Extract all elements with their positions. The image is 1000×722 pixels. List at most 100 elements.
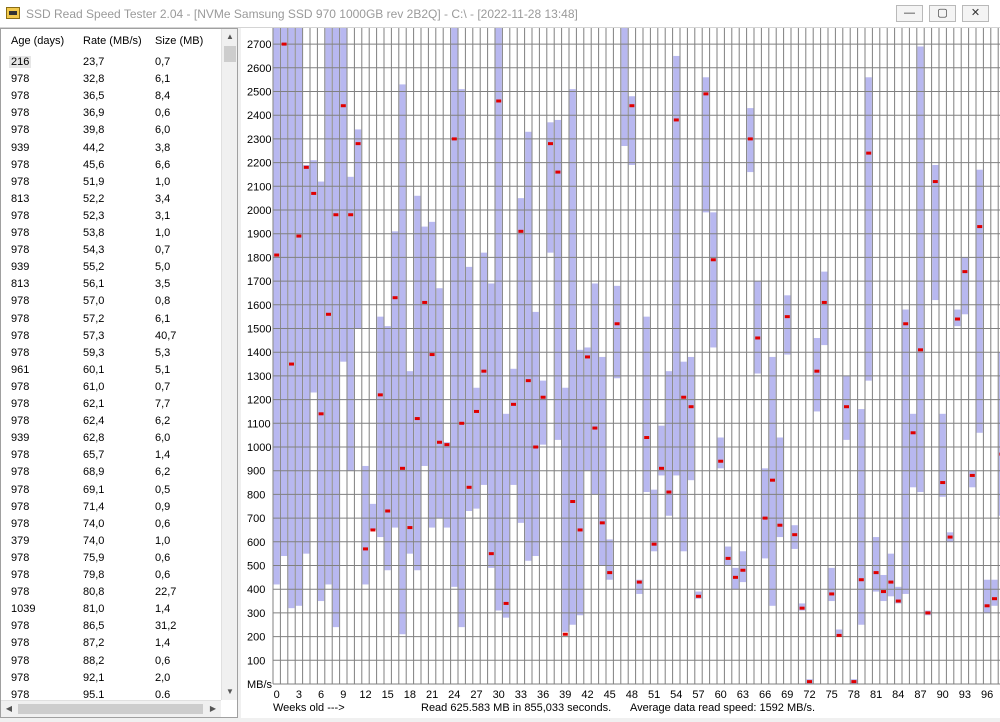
range-bar xyxy=(577,349,584,616)
list-row[interactable]: 978 62,1 7,7 xyxy=(1,396,221,413)
mean-marker xyxy=(459,421,465,425)
y-tick-label: 100 xyxy=(247,655,265,667)
scroll-down-icon[interactable]: ▼ xyxy=(222,684,238,700)
age-cell: 978 xyxy=(11,209,30,222)
x-tick-label: 96 xyxy=(981,689,993,701)
y-tick-label: 200 xyxy=(247,632,265,644)
list-row[interactable]: 813 56,1 3,5 xyxy=(1,276,221,293)
hscroll-thumb[interactable] xyxy=(18,704,203,714)
list-row[interactable]: 978 61,0 0,7 xyxy=(1,379,221,396)
range-bar xyxy=(991,579,998,606)
list-row[interactable]: 978 59,3 5,3 xyxy=(1,345,221,362)
range-bar xyxy=(710,212,717,348)
minimize-button[interactable]: — xyxy=(896,5,923,22)
list-row[interactable]: 939 55,2 5,0 xyxy=(1,259,221,276)
age-cell: 978 xyxy=(11,73,30,86)
range-bar xyxy=(702,77,709,213)
list-row[interactable]: 978 36,5 8,4 xyxy=(1,88,221,105)
list-row[interactable]: 978 75,9 0,6 xyxy=(1,550,221,567)
list-row[interactable]: 939 62,8 6,0 xyxy=(1,430,221,447)
x-tick-label: 90 xyxy=(937,689,949,701)
list-row[interactable]: 939 44,2 3,8 xyxy=(1,140,221,157)
list-row[interactable]: 978 65,7 1,4 xyxy=(1,447,221,464)
horizontal-scrollbar[interactable]: ◀ ▶ xyxy=(1,700,221,717)
range-bar xyxy=(480,252,487,485)
x-tick-label: 39 xyxy=(559,689,571,701)
size-cell: 6,1 xyxy=(155,312,171,325)
list-row[interactable]: 978 53,8 1,0 xyxy=(1,225,221,242)
close-button[interactable]: ✕ xyxy=(962,5,989,22)
list-row[interactable]: 978 51,9 1,0 xyxy=(1,174,221,191)
scroll-left-icon[interactable]: ◀ xyxy=(1,701,17,717)
list-row[interactable]: 978 62,4 6,2 xyxy=(1,413,221,430)
vertical-scrollbar[interactable]: ▲ ▼ xyxy=(221,29,237,700)
size-cell: 0,6 xyxy=(155,517,171,530)
range-bar xyxy=(865,77,872,381)
mean-marker xyxy=(614,322,620,326)
range-bar xyxy=(355,129,362,329)
size-cell: 7,7 xyxy=(155,398,171,410)
list-row[interactable]: 978 36,9 0,6 xyxy=(1,105,221,122)
maximize-button[interactable]: ▢ xyxy=(929,5,956,22)
scroll-right-icon[interactable]: ▶ xyxy=(205,701,221,717)
list-row[interactable]: 978 80,8 22,7 xyxy=(1,584,221,601)
rate-cell: 88,2 xyxy=(83,654,105,667)
list-row[interactable]: 978 69,1 0,5 xyxy=(1,482,221,499)
list-row[interactable]: 978 79,8 0,6 xyxy=(1,567,221,584)
chart-canvas: 1002003004005006007008009001000110012001… xyxy=(247,28,1000,714)
list-row[interactable]: 978 57,2 6,1 xyxy=(1,311,221,328)
column-header-size[interactable]: Size (MB) xyxy=(155,35,203,47)
list-row[interactable]: 978 95,1 0,6 xyxy=(1,687,221,698)
mean-marker xyxy=(681,395,687,399)
mean-marker xyxy=(289,362,294,366)
list-row[interactable]: 978 57,3 40,7 xyxy=(1,328,221,345)
list-row[interactable]: 978 71,4 0,9 xyxy=(1,499,221,516)
mean-marker xyxy=(858,578,864,582)
list-row[interactable]: 813 52,2 3,4 xyxy=(1,191,221,208)
scroll-thumb[interactable] xyxy=(224,46,236,62)
list-row[interactable]: 978 74,0 0,6 xyxy=(1,516,221,533)
list-row[interactable]: 961 60,1 5,1 xyxy=(1,362,221,379)
mean-marker xyxy=(992,597,997,601)
list-row[interactable]: 978 68,9 6,2 xyxy=(1,464,221,481)
column-header-age[interactable]: Age (days) xyxy=(11,35,64,47)
range-bar xyxy=(414,195,421,571)
y-axis-label: MB/s xyxy=(247,679,273,691)
mean-marker xyxy=(710,258,716,262)
mean-marker xyxy=(333,213,339,217)
x-tick-label: 6 xyxy=(318,689,324,701)
age-cell: 978 xyxy=(11,415,30,428)
list-row[interactable]: 978 52,3 3,1 xyxy=(1,208,221,225)
rate-cell: 69,1 xyxy=(83,483,105,496)
list-row[interactable]: 978 54,3 0,7 xyxy=(1,242,221,259)
results-list-pane: Age (days) Rate (MB/s) Size (MB) 216 23,7… xyxy=(0,28,238,718)
column-header-rate[interactable]: Rate (MB/s) xyxy=(83,35,142,47)
mean-marker xyxy=(666,490,672,494)
mean-marker xyxy=(570,500,576,504)
list-row[interactable]: 1039 81,0 1,4 xyxy=(1,601,221,618)
list-row[interactable]: 216 23,7 0,7 xyxy=(1,54,221,71)
list-row[interactable]: 978 88,2 0,6 xyxy=(1,653,221,670)
mean-marker xyxy=(407,526,413,530)
list-row[interactable]: 978 86,5 31,2 xyxy=(1,618,221,635)
range-bar xyxy=(473,387,480,509)
list-row[interactable]: 978 32,8 6,1 xyxy=(1,71,221,88)
x-tick-label: 42 xyxy=(581,689,593,701)
list-row[interactable]: 379 74,0 1,0 xyxy=(1,533,221,550)
list-row[interactable]: 978 45,6 6,6 xyxy=(1,157,221,174)
mean-marker xyxy=(829,592,835,596)
mean-marker xyxy=(895,599,901,603)
results-list[interactable]: 216 23,7 0,7 978 32,8 6,1 978 36,5 8,4 978 36,9 0,6… xyxy=(1,53,221,698)
list-row[interactable]: 978 92,1 2,0 xyxy=(1,670,221,687)
list-row[interactable]: 978 39,8 6,0 xyxy=(1,122,221,139)
rate-cell: 60,1 xyxy=(83,363,105,376)
range-bar xyxy=(887,553,894,597)
scroll-up-icon[interactable]: ▲ xyxy=(222,29,238,45)
mean-marker xyxy=(296,234,302,238)
rate-cell: 59,3 xyxy=(83,346,105,359)
range-bar xyxy=(614,285,621,379)
list-row[interactable]: 978 87,2 1,4 xyxy=(1,635,221,652)
list-row[interactable]: 978 57,0 0,8 xyxy=(1,293,221,310)
mean-marker xyxy=(747,137,753,141)
age-cell: 978 xyxy=(11,569,30,581)
